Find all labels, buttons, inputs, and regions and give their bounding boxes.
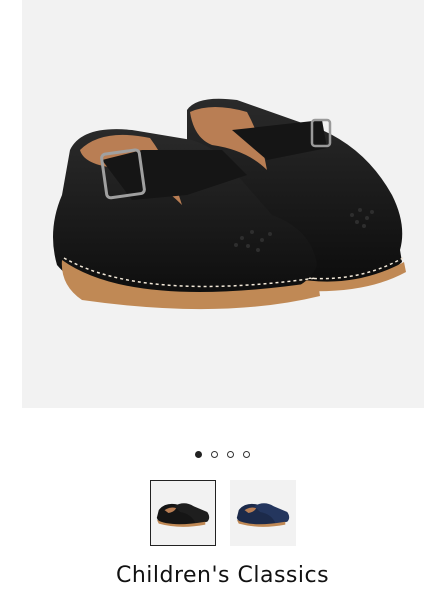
- gallery-pagination: [0, 451, 445, 458]
- pagination-dot-3[interactable]: [227, 451, 234, 458]
- navy-shoes-thumbnail-image: [236, 503, 289, 527]
- pagination-dot-2[interactable]: [211, 451, 218, 458]
- product-brand-name[interactable]: Children's Classics: [0, 563, 445, 588]
- product-hero-image[interactable]: [22, 0, 424, 408]
- pagination-dot-1[interactable]: [195, 451, 202, 458]
- black-shoes-thumbnail-image: [156, 503, 209, 527]
- thumbnail-black[interactable]: [149, 480, 216, 546]
- color-thumbnails: [0, 480, 445, 546]
- thumbnail-navy[interactable]: [229, 480, 296, 546]
- pagination-dot-4[interactable]: [243, 451, 250, 458]
- shoe-pair-illustration: [53, 98, 406, 310]
